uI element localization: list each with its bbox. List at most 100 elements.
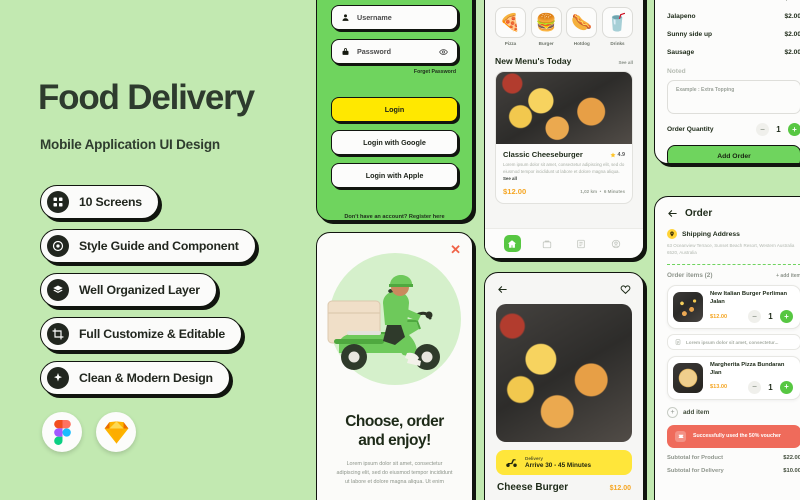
- topping-row[interactable]: Sunny side up $2.00: [667, 25, 800, 43]
- topping-name: Sausage: [667, 48, 695, 56]
- rating: 4.9: [609, 151, 626, 158]
- add-item-label: add item: [683, 408, 710, 416]
- order-screen: Order Shipping Address 63 Oceanview Terr…: [654, 196, 800, 500]
- product-detail-screen: Delivery Arrive 30 - 45 Minutes Cheese B…: [484, 272, 644, 500]
- quantity-increment-button[interactable]: +: [788, 123, 800, 136]
- feature-pill-layers[interactable]: Well Organized Layer: [40, 273, 217, 307]
- figma-logo: [42, 412, 82, 452]
- add-order-button[interactable]: Add Order: [667, 145, 800, 163]
- home-screen: 🍕 Pizza 🍔 Burger 🌭 Hotdog 🥤 Drinks New M: [484, 0, 644, 259]
- category-label: Pizza: [504, 41, 517, 46]
- noted-label: Noted: [667, 68, 686, 75]
- quantity-decrement-button[interactable]: −: [756, 123, 769, 136]
- username-placeholder: Username: [357, 13, 392, 22]
- category-list: 🍕 Pizza 🍔 Burger 🌭 Hotdog 🥤 Drinks: [495, 7, 633, 46]
- topping-row[interactable]: Jalapeno $2.00: [667, 7, 800, 25]
- order-quantity-row: Order Quantity − 1 +: [667, 123, 800, 136]
- menu-card-photo: [496, 72, 632, 144]
- quantity-increment-button[interactable]: +: [780, 310, 793, 323]
- add-item-link[interactable]: + add item: [776, 273, 800, 279]
- order-item-row[interactable]: Margherita Pizza Bundaran Jlan $13.00 − …: [667, 356, 800, 400]
- product-title: Cheese Burger: [497, 482, 569, 493]
- scooter-rider-illustration: [327, 275, 440, 370]
- grid-icon: [47, 191, 69, 213]
- register-link[interactable]: Register here: [409, 214, 445, 220]
- profile-tab[interactable]: [607, 235, 624, 252]
- login-apple-button[interactable]: Login with Apple: [331, 163, 458, 188]
- burger-icon: 🍔: [530, 7, 562, 38]
- quantity-decrement-button[interactable]: −: [748, 310, 761, 323]
- order-title: Order: [685, 208, 713, 219]
- orders-tab[interactable]: [573, 235, 590, 252]
- order-item-note[interactable]: Lorem ipsum dolor sit amet, consectetur.…: [667, 334, 800, 350]
- feature-list: 10 Screens Style Guide and Component Wel…: [40, 185, 256, 395]
- back-arrow-icon[interactable]: [667, 208, 678, 219]
- category-drinks[interactable]: 🥤 Drinks: [601, 7, 633, 46]
- eye-icon[interactable]: [439, 47, 448, 56]
- feature-pill-style-guide[interactable]: Style Guide and Component: [40, 229, 256, 263]
- quantity-stepper: − 1 +: [748, 380, 793, 394]
- rating-value: 4.9: [617, 151, 626, 158]
- lock-icon: [342, 48, 349, 55]
- crop-icon: [47, 323, 69, 345]
- drinks-icon: 🥤: [601, 7, 633, 38]
- menu-card-price: $12.00: [503, 187, 527, 197]
- onboarding-screen: ✕ Choose, order and enjoy! Lorem ipsum d…: [316, 232, 473, 500]
- quantity-stepper: − 1 +: [756, 123, 800, 136]
- feature-pill-clean-design[interactable]: Clean & Modern Design: [40, 361, 230, 395]
- subtotal-label: Subtotal for Product: [667, 454, 724, 461]
- subtotal-value: $10.00: [783, 467, 800, 474]
- login-button[interactable]: Login: [331, 97, 458, 122]
- hotdog-icon: 🌭: [566, 7, 598, 38]
- password-placeholder: Password: [357, 47, 391, 56]
- bottom-navigation: [485, 228, 643, 258]
- order-header: Order: [667, 208, 800, 219]
- category-pizza[interactable]: 🍕 Pizza: [495, 7, 526, 46]
- category-label: Hotdog: [573, 41, 590, 46]
- hero-panel: Food Delivery Mobile Application UI Desi…: [0, 0, 312, 500]
- quantity-increment-button[interactable]: +: [780, 380, 793, 394]
- order-item-name: New Italian Burger Perliman Jalan: [710, 291, 787, 306]
- order-items-label: Order items (2): [667, 272, 713, 280]
- distance-value: 1,02 km: [580, 189, 598, 195]
- feature-pill-label: Full Customize & Editable: [79, 327, 225, 341]
- order-quantity-label: Order Quantity: [667, 126, 714, 133]
- topping-row[interactable]: Extra cheese $2.00: [667, 0, 800, 7]
- divider: [667, 264, 800, 266]
- product-photo: [496, 304, 632, 442]
- register-prompt: Don't have an account? Register here: [331, 214, 458, 220]
- topping-row[interactable]: Sausage $2.00: [667, 43, 800, 61]
- add-item-button[interactable]: + add item: [667, 406, 800, 418]
- menu-card[interactable]: Classic Cheeseburger 4.9 Lorem ipsum dol…: [495, 71, 633, 205]
- product-price: $12.00: [609, 485, 631, 492]
- delivery-eta: Arrive 30 - 45 Minutes: [525, 462, 592, 469]
- bag-tab[interactable]: [538, 235, 555, 252]
- onboarding-title-line2: and enjoy!: [358, 431, 431, 449]
- category-hotdog[interactable]: 🌭 Hotdog: [566, 7, 598, 46]
- order-item-row[interactable]: New Italian Burger Perliman Jalan $12.00…: [667, 285, 800, 329]
- feature-pill-customize[interactable]: Full Customize & Editable: [40, 317, 242, 351]
- menu-card-desc-text: Lorem ipsum dolor sit amet, consectetur …: [503, 162, 625, 174]
- menu-card-see-all[interactable]: See all: [503, 176, 517, 181]
- topping-price: $2.00: [784, 0, 800, 2]
- password-field[interactable]: Password: [331, 39, 458, 64]
- login-screen: Username Password Forget Password Login …: [316, 0, 473, 221]
- menu-card-meta: 1,02 km • 6 Minutes: [580, 189, 625, 195]
- feature-pill-label: Well Organized Layer: [79, 283, 200, 297]
- username-field[interactable]: Username: [331, 5, 458, 30]
- order-item-price: $12.00: [710, 313, 728, 320]
- home-tab[interactable]: [503, 235, 521, 252]
- page-subtitle: Mobile Application UI Design: [40, 137, 220, 152]
- subtotal-value: $22.00: [783, 454, 800, 461]
- noted-input[interactable]: Example : Extra Topping: [667, 80, 800, 114]
- back-arrow-icon[interactable]: [497, 284, 508, 295]
- feature-pill-screens[interactable]: 10 Screens: [40, 185, 159, 219]
- login-google-button[interactable]: Login with Google: [331, 130, 458, 155]
- onboarding-title-line1: Choose, order: [345, 413, 444, 430]
- category-burger[interactable]: 🍔 Burger: [530, 7, 562, 46]
- see-all-link[interactable]: See all: [618, 60, 633, 65]
- heart-icon[interactable]: [620, 284, 631, 295]
- subtotal-row: Subtotal for Product $22.00: [667, 455, 800, 461]
- quantity-decrement-button[interactable]: −: [748, 380, 761, 394]
- note-icon: [675, 339, 681, 345]
